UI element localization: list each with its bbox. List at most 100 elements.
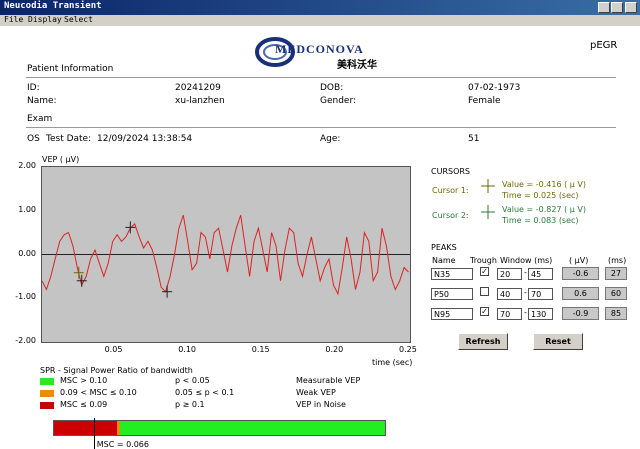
y-tick-label: 1.00 (18, 204, 36, 214)
peak-latency-value: 27 (605, 267, 627, 280)
y-tick-label: -2.00 (15, 336, 36, 345)
divider (26, 127, 616, 128)
cursors-header: CURSORS (431, 167, 471, 176)
age-label: Age: (320, 134, 341, 144)
legend-range: 0.09 < MSC ≤ 0.10 (60, 388, 137, 397)
window-start-input[interactable]: 40 (497, 288, 522, 300)
cursor2-crosshair-icon (481, 205, 495, 219)
cursor2-value: Value = -0.827 ( µ V) (502, 205, 586, 214)
spr-bar (53, 420, 386, 436)
window-dash: - (524, 308, 527, 317)
cursor1-crosshair-icon (481, 179, 495, 193)
age-value: 51 (468, 134, 480, 144)
col-ms-header: (ms) (608, 256, 627, 265)
refresh-button[interactable]: Refresh (458, 333, 508, 350)
gender-label: Gender: (320, 96, 357, 106)
legend-range: MSC > 0.10 (60, 376, 108, 385)
peak-amplitude-value: -0.9 (562, 307, 599, 320)
id-value: 20241209 (175, 83, 221, 93)
trough-checkbox[interactable]: ✓ (480, 307, 489, 316)
y-tick-label: -1.00 (15, 292, 36, 302)
legend-p: 0.05 ≤ p < 0.1 (175, 388, 235, 397)
reset-button[interactable]: Reset (533, 333, 583, 350)
window-start-input[interactable]: 20 (497, 268, 522, 280)
minimize-button[interactable] (598, 2, 610, 13)
menu-file[interactable]: File (4, 15, 23, 24)
logo-text: MEDCONOVA (275, 42, 364, 56)
dob-value: 07-02-1973 (468, 83, 521, 93)
msc-marker (93, 418, 95, 449)
legend-swatch-weak (40, 390, 54, 397)
cursor2-label[interactable]: Cursor 2: (432, 211, 469, 220)
cursor1-label[interactable]: Cursor 1: (432, 186, 469, 195)
window-title: Neucodia Transient (4, 1, 102, 11)
name-label: Name: (27, 96, 57, 106)
trough-checkbox[interactable] (480, 287, 489, 296)
peak-latency-value: 85 (605, 307, 627, 320)
gender-value: Female (468, 96, 501, 106)
window-start-input[interactable]: 70 (497, 308, 522, 320)
id-label: ID: (27, 83, 40, 93)
col-window-header: Window (ms) (500, 256, 553, 265)
y-tick-label: 2.00 (18, 161, 36, 170)
peak-amplitude-value: 0.6 (562, 287, 599, 300)
col-name-header: Name (432, 256, 456, 265)
window-end-input[interactable]: 45 (528, 268, 553, 280)
logo-subtext: 美科沃华 (337, 60, 377, 71)
legend-desc: Weak VEP (296, 388, 336, 397)
window-end-input[interactable]: 70 (528, 288, 553, 300)
exam-header: Exam (27, 114, 53, 124)
spr-bar-green-segment (120, 421, 385, 435)
legend-desc: VEP in Noise (296, 400, 346, 409)
divider (26, 77, 616, 78)
col-trough-header: Trough (470, 256, 497, 265)
test-date-label: Test Date: (46, 134, 92, 144)
spr-title: SPR - Signal Power Ratio of bandwidth (40, 366, 193, 375)
cursor1-value: Value = -0.416 ( µ V) (502, 180, 586, 189)
menu-select[interactable]: Select (64, 15, 93, 24)
legend-p: p ≥ 0.1 (175, 400, 205, 409)
patient-info-header: Patient Information (27, 64, 114, 74)
peaks-header: PEAKS (431, 243, 457, 252)
eye-label: OS (27, 134, 40, 144)
x-tick-label: 0.25 (399, 345, 417, 354)
cursor2-time: Time = 0.083 (sec) (502, 216, 579, 225)
name-value: xu-lanzhen (175, 96, 225, 106)
msc-label: MSC = 0.066 (96, 440, 149, 449)
legend-swatch-noise (40, 402, 54, 409)
x-tick-label: 0.20 (325, 345, 344, 354)
y-tick-label: 0.00 (18, 248, 36, 258)
x-axis-label: time (sec) (372, 358, 413, 367)
window-dash: - (524, 268, 527, 277)
col-uv-header: ( µV) (569, 256, 589, 265)
title-bar: Neucodia Transient (0, 0, 640, 15)
y-axis-label: VEP ( µV) (42, 155, 80, 164)
legend-desc: Measurable VEP (296, 376, 361, 385)
window-end-input[interactable]: 130 (528, 308, 553, 320)
peak-latency-value: 60 (605, 287, 627, 300)
x-tick-label: 0.15 (251, 345, 270, 354)
close-button[interactable] (625, 2, 637, 13)
peak-name-input[interactable]: P50 (431, 288, 473, 300)
legend-p: p < 0.05 (175, 376, 210, 385)
x-tick-label: 0.05 (104, 345, 123, 354)
vep-plot-area[interactable] (41, 166, 411, 343)
maximize-button[interactable] (611, 2, 623, 13)
dob-label: DOB: (320, 83, 344, 93)
peak-name-input[interactable]: N35 (431, 268, 473, 280)
legend-swatch-measurable (40, 378, 54, 385)
peak-amplitude-value: -0.6 (562, 267, 599, 280)
legend-range: MSC ≤ 0.09 (60, 400, 108, 409)
window-dash: - (524, 288, 527, 297)
cursor1-time: Time = 0.025 (sec) (502, 191, 579, 200)
vep-chart (42, 214, 410, 298)
x-tick-label: 0.10 (178, 345, 196, 354)
spr-bar-red-segment (54, 421, 117, 435)
test-date-value: 12/09/2024 13:38:54 (97, 134, 193, 144)
peak-name-input[interactable]: N95 (431, 308, 473, 320)
menu-bar: File Display Select (0, 15, 640, 26)
mode-label: pEGR (590, 40, 618, 51)
menu-display[interactable]: Display (28, 15, 62, 24)
company-logo: MEDCONOVA 美科沃华 (255, 36, 390, 71)
trough-checkbox[interactable]: ✓ (480, 267, 489, 276)
